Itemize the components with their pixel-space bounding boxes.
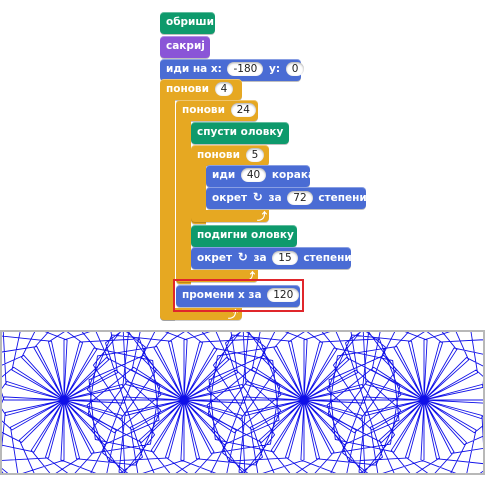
turn-right-block-2[interactable]: окрет ↻ за 15 степени (191, 247, 352, 269)
turn-right-block-1[interactable]: окрет ↻ за 72 степени (206, 187, 367, 209)
turn-suffix-1: степени (318, 192, 367, 204)
goto-xy-block[interactable]: иди на x: -180 y: 0 (160, 59, 305, 81)
goto-x-input[interactable]: -180 (227, 62, 264, 76)
turn-suffix-2: степени (303, 252, 352, 264)
turn-label-1: окрет (212, 192, 248, 204)
turn-za-1: за (268, 192, 282, 204)
hide-label: сакриј (166, 40, 205, 52)
goto-label: иди на x: (166, 63, 222, 75)
hide-block[interactable]: сакриј (160, 36, 210, 58)
repeat-middle-label: понови (182, 104, 225, 116)
pen-down-block[interactable]: спусти оловку (191, 122, 289, 144)
turn-degrees-input-1[interactable]: 72 (287, 191, 313, 205)
move-steps-input[interactable]: 40 (240, 168, 267, 182)
rotate-clockwise-icon: ↻ (237, 250, 248, 264)
clear-label: обриши (166, 16, 214, 28)
goto-y-input[interactable]: 0 (285, 62, 305, 76)
repeat-outer-label: понови (166, 83, 209, 95)
highlight-box (173, 279, 304, 312)
move-suffix: корака (271, 169, 316, 181)
repeat-middle-arm (176, 117, 191, 284)
rotate-clockwise-icon: ↻ (252, 190, 263, 204)
pen-down-label: спусти оловку (197, 126, 284, 138)
repeat-outer-count[interactable]: 4 (214, 82, 234, 96)
move-label: иди (212, 169, 236, 181)
turn-label-2: окрет (197, 252, 233, 264)
stage-drawing (0, 302, 485, 481)
stage (0, 302, 485, 481)
goto-y-label: y: (268, 63, 281, 75)
turn-za-2: за (253, 252, 267, 264)
pen-up-block[interactable]: подигни оловку (191, 225, 297, 247)
repeat-inner-label: понови (197, 149, 240, 161)
repeat-middle-count[interactable]: 24 (230, 103, 256, 117)
pen-up-label: подигни оловку (197, 229, 294, 241)
move-block[interactable]: иди 40 корака (206, 165, 315, 187)
spirograph-figure (0, 302, 162, 481)
repeat-inner-count[interactable]: 5 (245, 148, 265, 162)
repeat-inner-loop-icon: ⤴ (257, 212, 267, 223)
turn-degrees-input-2[interactable]: 15 (272, 251, 298, 265)
clear-block[interactable]: обриши (160, 12, 215, 34)
